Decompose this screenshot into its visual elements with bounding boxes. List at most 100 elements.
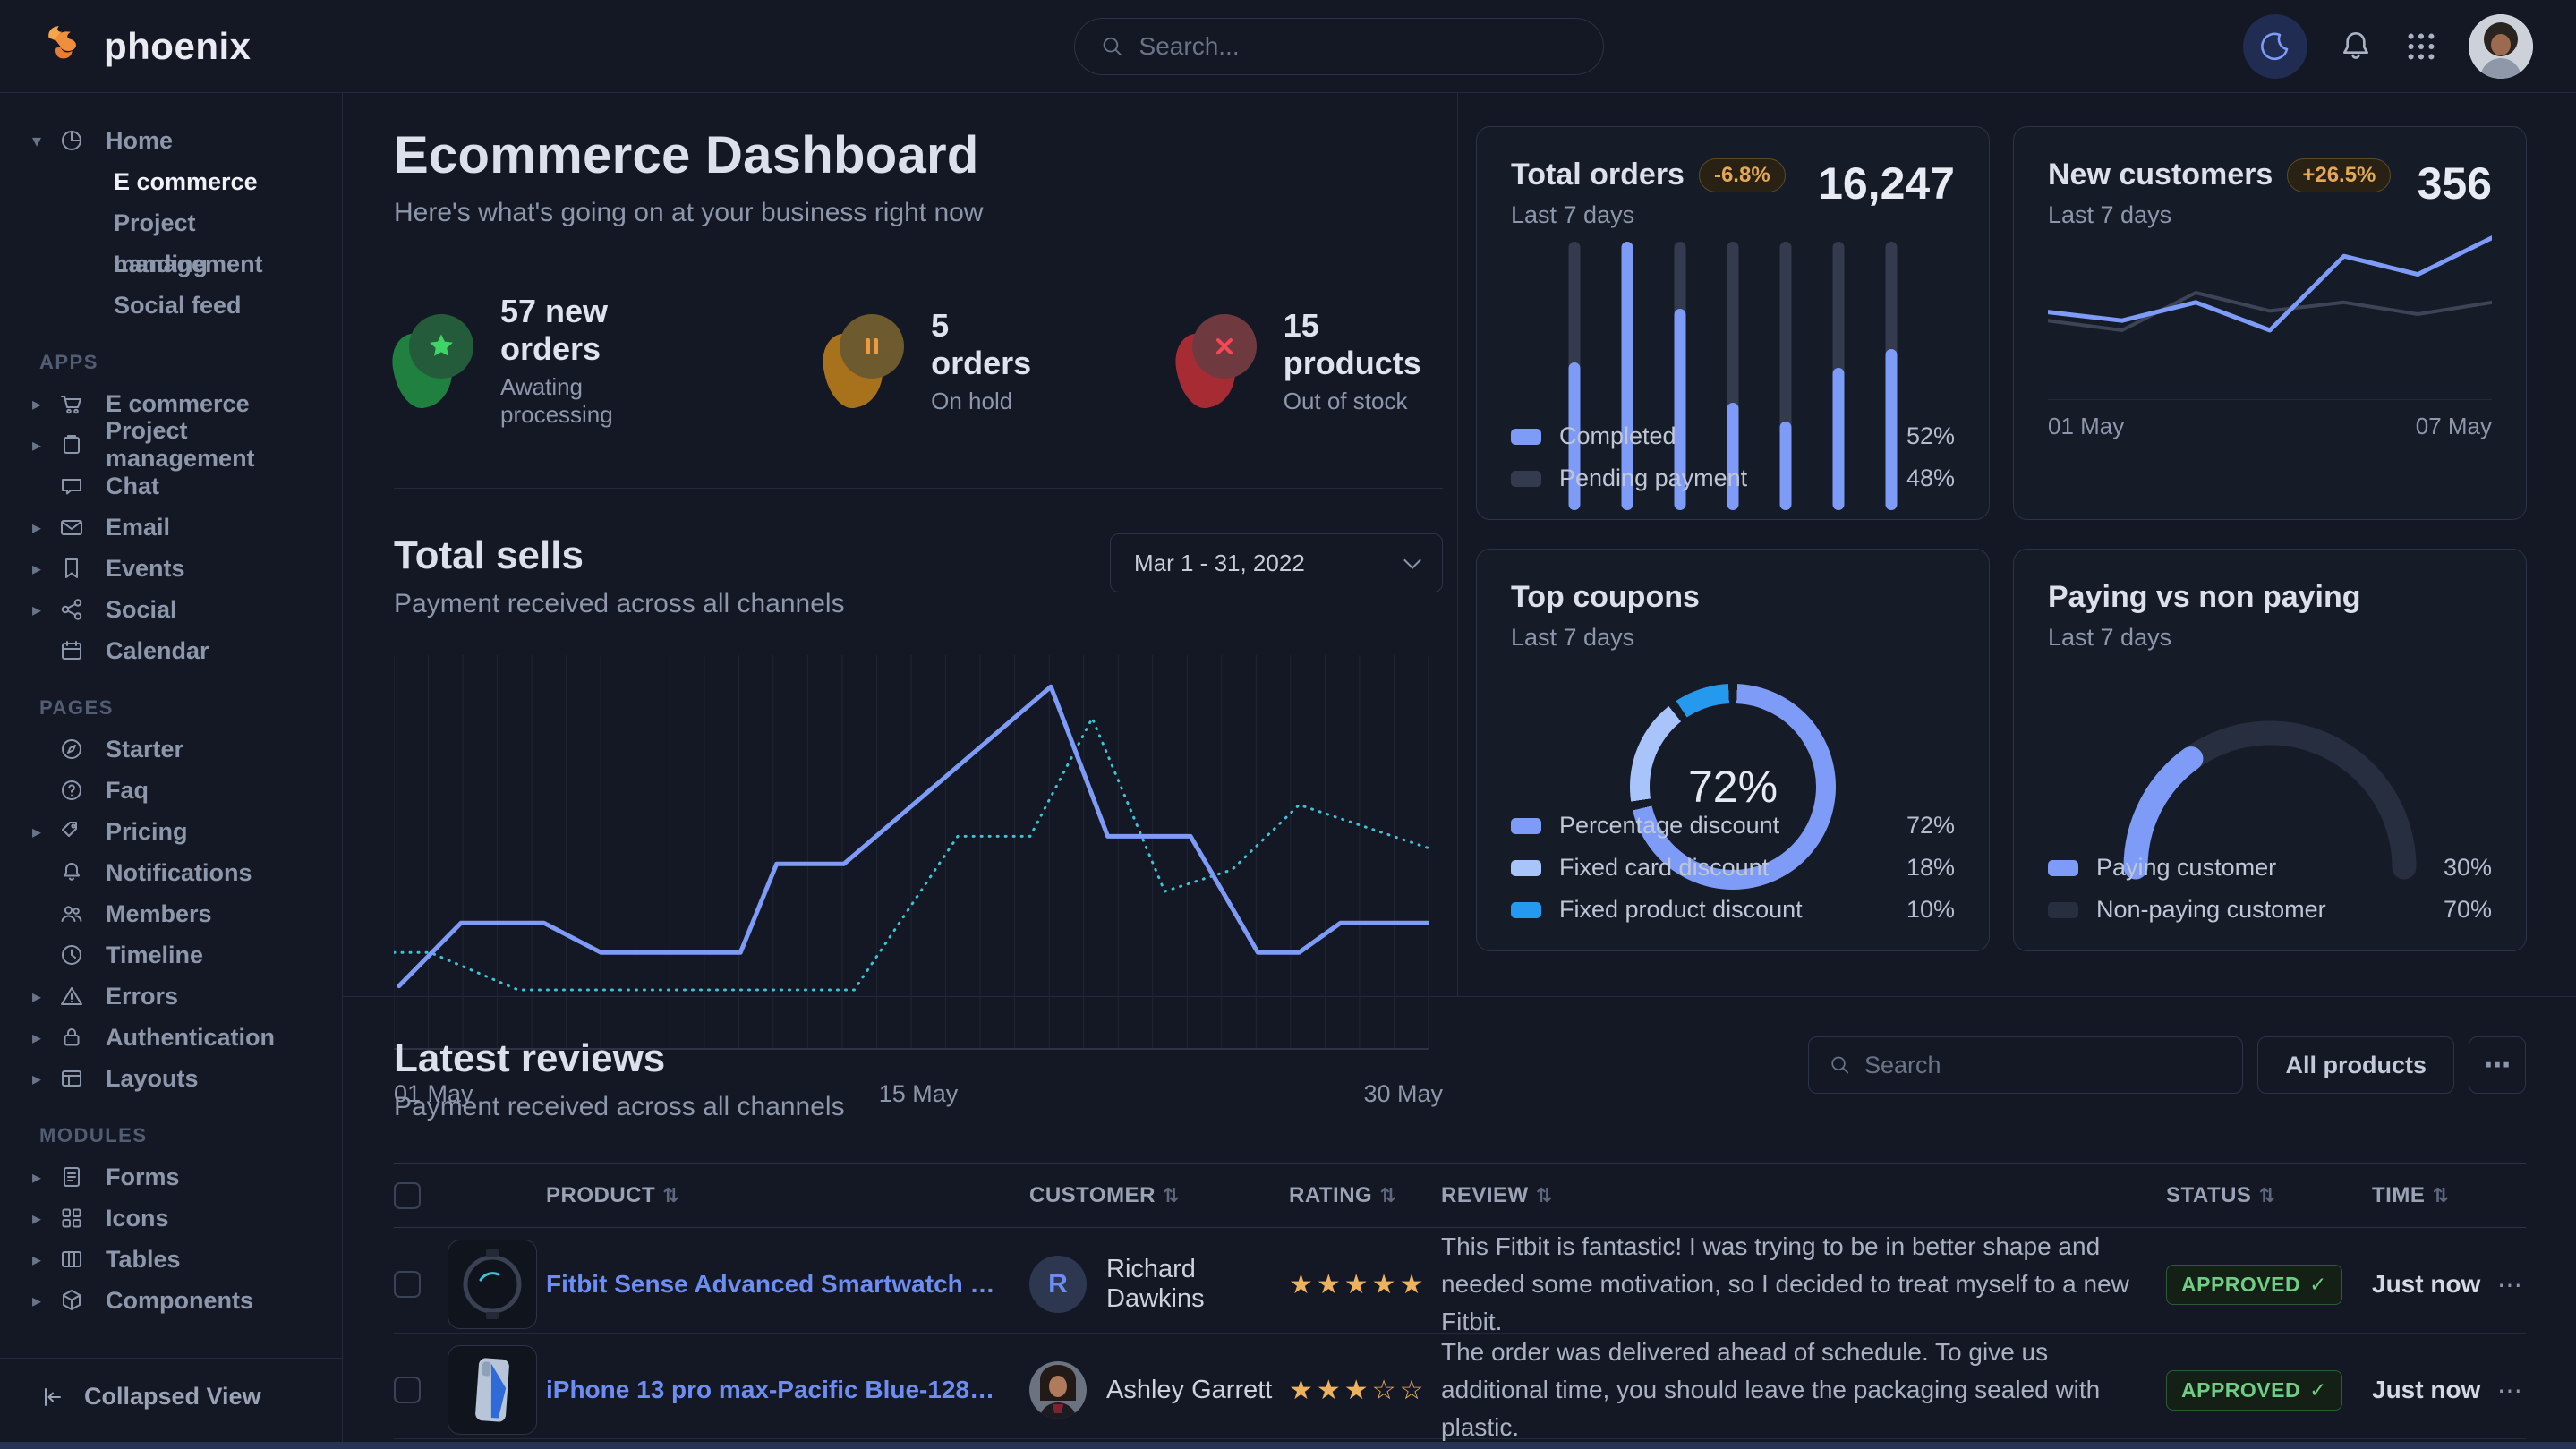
row-menu-button[interactable]: ⋯ <box>2497 1270 2526 1300</box>
sidebar-item-label: Forms <box>106 1163 180 1191</box>
column-header-status[interactable]: STATUS⇅ <box>2166 1183 2372 1208</box>
collapse-sidebar-button[interactable]: Collapsed View <box>0 1358 342 1435</box>
reviews-table-header: PRODUCT⇅ CUSTOMER⇅ RATING⇅ REVIEW⇅ STATU… <box>394 1163 2526 1228</box>
search-icon <box>1100 33 1125 60</box>
sidebar-item-authentication[interactable]: ▸ Authentication <box>0 1017 342 1058</box>
column-header-customer[interactable]: CUSTOMER⇅ <box>1029 1183 1289 1208</box>
sidebar-item-label: Layouts <box>106 1065 199 1093</box>
sidebar-item-label: Icons <box>106 1205 169 1232</box>
sidebar-item-calendar[interactable]: Calendar <box>0 630 342 671</box>
review-text: This Fitbit is fantastic! I was trying t… <box>1441 1228 2166 1341</box>
brand-logo[interactable]: phoenix <box>43 23 252 70</box>
ecommerce-dashboard-page: phoenix <box>0 0 2576 1449</box>
product-link[interactable]: Fitbit Sense Advanced Smartwatch with To… <box>546 1270 1029 1299</box>
iphone-image <box>454 1351 531 1428</box>
sidebar-item-label: Project management <box>106 417 342 473</box>
sort-icon: ⇅ <box>2432 1184 2449 1207</box>
reviews-more-button[interactable]: ⋯ <box>2469 1036 2526 1094</box>
sidebar-item-timeline[interactable]: Timeline <box>0 934 342 976</box>
sidebar-item-label: Email <box>106 514 170 541</box>
product-link[interactable]: iPhone 13 pro max-Pacific Blue-128GB sto… <box>546 1376 1029 1404</box>
sidebar-item-project-management[interactable]: ▸ Project management <box>0 424 342 465</box>
sidebar-item-icons[interactable]: ▸ Icons <box>0 1198 342 1239</box>
out-of-stock-blob-icon <box>1177 314 1258 407</box>
sidebar-item-components[interactable]: ▸ Components <box>0 1280 342 1321</box>
cart-icon <box>57 389 86 418</box>
date-range-value: Mar 1 - 31, 2022 <box>1134 550 1305 577</box>
sidebar-item-project-management-home[interactable]: Project management <box>0 202 342 243</box>
bell-icon <box>2338 29 2374 64</box>
customer-cell[interactable]: Ashley Garrett <box>1029 1361 1289 1419</box>
sidebar-item-label: Members <box>106 900 212 928</box>
sidebar-item-pricing[interactable]: ▸ Pricing <box>0 811 342 852</box>
select-all-checkbox[interactable] <box>394 1182 421 1209</box>
user-avatar[interactable] <box>2469 14 2533 79</box>
sidebar-item-email[interactable]: ▸ Email <box>0 507 342 548</box>
total-sells-title: Total sells <box>394 533 845 578</box>
legend-value: 70% <box>2444 896 2492 924</box>
global-search[interactable] <box>1074 18 1604 75</box>
reviews-search-input[interactable] <box>1864 1052 2223 1079</box>
column-header-product[interactable]: PRODUCT⇅ <box>546 1183 1029 1208</box>
all-products-filter-button[interactable]: All products <box>2257 1036 2454 1094</box>
row-menu-button[interactable]: ⋯ <box>2497 1376 2526 1405</box>
sidebar-item-label: E commerce <box>106 390 250 418</box>
column-header-time[interactable]: TIME⇅ <box>2372 1183 2497 1208</box>
customer-cell[interactable]: R Richard Dawkins <box>1029 1255 1289 1314</box>
card-title: Top coupons <box>1511 580 1700 615</box>
global-search-input[interactable] <box>1139 32 1578 61</box>
table-row: iPhone 13 pro max-Pacific Blue-128GB sto… <box>394 1334 2526 1439</box>
tag-icon <box>57 817 86 846</box>
sidebar-item-events[interactable]: ▸ Events <box>0 548 342 589</box>
date-range-select[interactable]: Mar 1 - 31, 2022 <box>1110 533 1443 592</box>
legend-swatch <box>1511 902 1541 918</box>
total-orders-card: Total orders -6.8% Last 7 days 16,247 Co… <box>1476 126 1990 520</box>
horizontal-scrollbar[interactable] <box>0 1442 2576 1449</box>
sidebar-item-notifications[interactable]: Notifications <box>0 852 342 893</box>
stat-sub: Out of stock <box>1284 388 1443 415</box>
legend-swatch <box>2048 902 2078 918</box>
product-thumbnail[interactable] <box>448 1345 537 1435</box>
legend-label: Non-paying customer <box>2096 896 2326 924</box>
card-title: Total orders <box>1511 158 1685 192</box>
orders-legend: Completed 52% Pending payment 48% <box>1511 408 1955 492</box>
legend-value: 18% <box>1906 854 1955 882</box>
row-checkbox[interactable] <box>394 1377 421 1403</box>
notifications-button[interactable] <box>2338 29 2374 64</box>
top-navbar: phoenix <box>0 0 2576 93</box>
sidebar-item-starter[interactable]: Starter <box>0 729 342 770</box>
sidebar-item-social-feed[interactable]: Social feed <box>0 285 342 326</box>
sidebar-item-errors[interactable]: ▸ Errors <box>0 976 342 1017</box>
column-header-review[interactable]: REVIEW⇅ <box>1441 1183 2166 1208</box>
customer-avatar-letter: R <box>1029 1256 1087 1313</box>
row-checkbox[interactable] <box>394 1271 421 1298</box>
sidebar-item-landing[interactable]: Landing <box>0 243 342 285</box>
stat-value: 15 products <box>1284 307 1443 382</box>
sidebar-item-members[interactable]: Members <box>0 893 342 934</box>
sidebar-item-forms[interactable]: ▸ Forms <box>0 1156 342 1198</box>
legend-label: Completed <box>1559 422 1676 450</box>
customer-avatar-photo <box>1029 1361 1087 1419</box>
theme-toggle-button[interactable] <box>2243 14 2307 79</box>
legend-swatch <box>1511 818 1541 834</box>
status-badge: APPROVED✓ <box>2166 1265 2342 1305</box>
sidebar-item-social[interactable]: ▸ Social <box>0 589 342 630</box>
apps-grid-button[interactable] <box>2404 30 2438 64</box>
sidebar-item-tables[interactable]: ▸ Tables <box>0 1239 342 1280</box>
sidebar-item-faq[interactable]: Faq <box>0 770 342 811</box>
product-thumbnail[interactable] <box>448 1240 537 1329</box>
top-coupons-card: Top coupons Last 7 days 72% Percentage d… <box>1476 549 1990 951</box>
check-icon: ✓ <box>2309 1273 2327 1297</box>
sidebar-item-label: Tables <box>106 1246 181 1274</box>
sidebar-item-label: Components <box>106 1287 253 1315</box>
reviews-search[interactable] <box>1808 1036 2243 1094</box>
sidebar-item-label: Starter <box>106 736 183 763</box>
grid-dots-icon <box>2404 30 2438 64</box>
stat-sub: On hold <box>931 388 1043 415</box>
total-sells-subtitle: Payment received across all channels <box>394 589 845 619</box>
sidebar-item-home[interactable]: ▾ Home <box>0 120 342 161</box>
sidebar-item-ecommerce-home[interactable]: E commerce <box>0 161 342 202</box>
sidebar-item-layouts[interactable]: ▸ Layouts <box>0 1058 342 1099</box>
column-header-rating[interactable]: RATING⇅ <box>1289 1183 1441 1208</box>
main-content: Ecommerce Dashboard Here's what's going … <box>343 93 2576 1442</box>
